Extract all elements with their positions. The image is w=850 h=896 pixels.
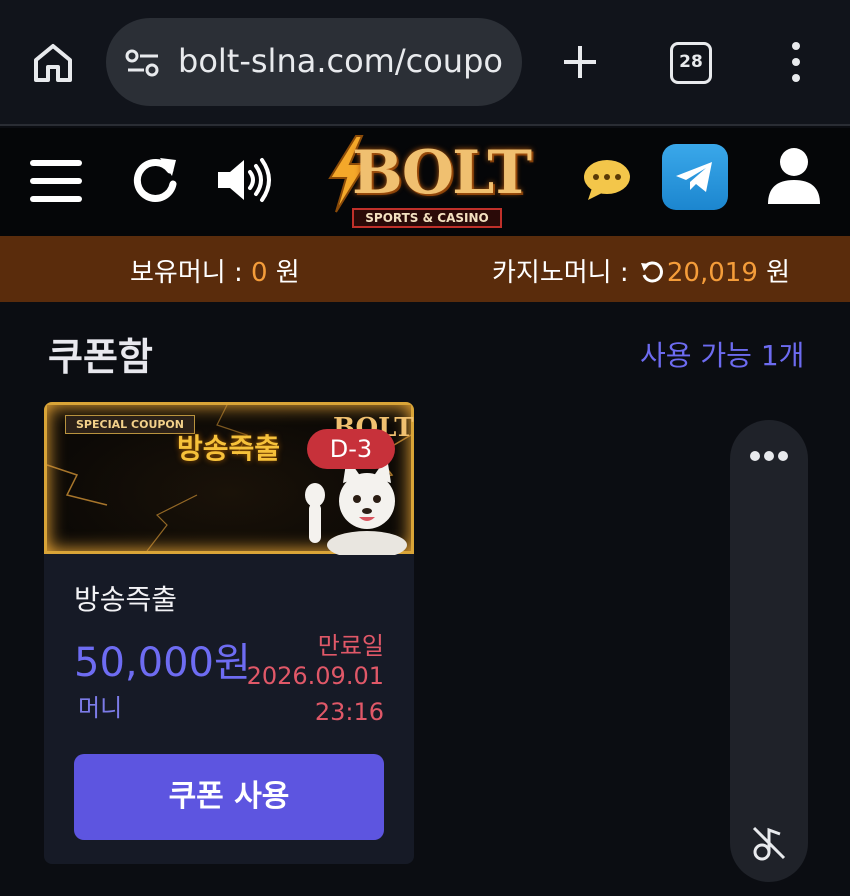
tab-switcher-button[interactable]: 28 (670, 42, 712, 84)
site-settings-icon[interactable] (124, 48, 162, 78)
user-icon[interactable] (766, 146, 822, 206)
coupon-banner: SPECIAL COUPON 방송즉출 BOLT D-3 (44, 402, 414, 555)
site-logo[interactable]: BOLT SPORTS & CASINO (322, 134, 532, 230)
site-header: BOLT SPORTS & CASINO (0, 128, 850, 236)
logo-subtitle: SPORTS & CASINO (352, 208, 502, 228)
page-title: 쿠폰함 (48, 335, 153, 379)
use-coupon-button[interactable]: 쿠폰 사용 (74, 754, 384, 840)
home-icon[interactable] (30, 40, 76, 86)
expiry-date: 2026.09.01 (246, 662, 384, 690)
new-tab-icon[interactable] (560, 42, 600, 82)
expiry-time: 23:16 (314, 698, 384, 726)
coupon-type: 머니 (78, 694, 123, 722)
address-bar[interactable]: bolt-slna.com/coupo (106, 18, 522, 106)
casino-value: 20,019 (666, 258, 758, 288)
banner-title: 방송즉출 (177, 432, 281, 465)
hamburger-menu-icon[interactable] (30, 158, 82, 204)
coupon-card: SPECIAL COUPON 방송즉출 BOLT D-3 방송즉출 50,000… (44, 402, 414, 864)
expiry-label: 만료일 (317, 632, 384, 660)
url-text[interactable]: bolt-slna.com/coupo (178, 42, 503, 80)
browser-toolbar: bolt-slna.com/coupo 28 (0, 0, 850, 126)
coupon-name: 방송즉출 (74, 583, 178, 616)
special-coupon-tag: SPECIAL COUPON (65, 415, 195, 434)
reload-balance-icon[interactable] (639, 259, 665, 285)
dday-badge: D-3 (307, 429, 395, 469)
music-off-icon[interactable] (750, 824, 788, 862)
coupon-amount: 50,000원 (74, 640, 251, 686)
more-dots-icon[interactable] (749, 450, 789, 462)
more-options-icon[interactable] (786, 40, 806, 84)
chat-icon[interactable] (582, 158, 632, 202)
balance-bar: 보유머니 : 0 원 카지노머니 : 20,019 원 (0, 236, 850, 302)
casino-label: 카지노머니 : (492, 258, 637, 288)
money-value: 0 (250, 258, 268, 288)
logo-text: BOLT (352, 138, 532, 208)
refresh-icon[interactable] (130, 154, 180, 204)
available-count: 사용 가능 1개 (640, 339, 805, 372)
money-balance: 보유머니 : 0 원 (130, 252, 300, 289)
floating-side-panel[interactable] (730, 420, 808, 882)
telegram-button[interactable] (662, 144, 728, 210)
casino-unit: 원 (757, 258, 791, 288)
money-label: 보유머니 : (130, 258, 251, 288)
casino-balance: 카지노머니 : 20,019 원 (492, 252, 790, 289)
speaker-icon[interactable] (216, 156, 272, 204)
telegram-icon (676, 162, 712, 192)
money-unit: 원 (267, 258, 300, 288)
